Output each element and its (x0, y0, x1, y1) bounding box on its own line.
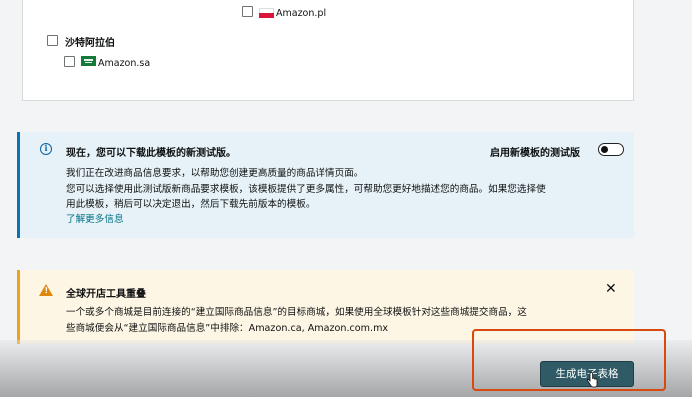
info-alert-title: 现在，您可以下载此模板的新测试版。 (66, 148, 236, 159)
marketplace-panel: Amazon.pl 沙特阿拉伯 Amazon.sa (22, 0, 634, 101)
warning-icon-mark: ! (44, 286, 49, 295)
beta-toggle-label: 启用新模板的测试版 (490, 148, 580, 159)
beta-template-info-alert: i 现在，您可以下载此模板的新测试版。 启用新模板的测试版 我们正在改进商品信息… (17, 132, 634, 238)
warning-alert-line: 一个或多个商城是目前连接的“建立国际商品信息”的目标商城，如果使用全球模板针对这… (66, 307, 527, 318)
warning-alert-line: 些商城便会从“建立国际商品信息”中排除：Amazon.ca, Amazon.co… (66, 323, 389, 334)
saudi-flag-icon (81, 56, 96, 66)
poland-flag-icon (259, 8, 274, 18)
checkbox-saudi-arabia[interactable] (47, 35, 58, 46)
checkbox-amazon-pl[interactable] (242, 6, 253, 17)
info-alert-line: 用此模板，稍后可以决定退出，然后下载先前版本的模板。 (66, 199, 316, 210)
amazon-sa-label: Amazon.sa (98, 58, 151, 69)
learn-more-link[interactable]: 了解更多信息 (66, 211, 124, 225)
close-icon[interactable]: ✕ (605, 282, 617, 296)
info-icon: i (40, 143, 52, 155)
info-alert-line: 我们正在改进商品信息要求，以帮助您创建更高质量的商品详情页面。 (66, 168, 364, 179)
region-label-saudi-arabia: 沙特阿拉伯 (65, 38, 115, 49)
info-alert-line: 您可以选择使用此测试版新商品要求模板，该模板提供了更多属性，可帮助您更好地描述您… (66, 184, 546, 195)
beta-template-toggle[interactable] (598, 143, 624, 156)
highlight-frame (472, 329, 666, 391)
warning-alert-title: 全球开店工具重叠 (66, 289, 146, 300)
hand-cursor-icon (586, 372, 598, 388)
toggle-knob (601, 145, 608, 153)
amazon-pl-label: Amazon.pl (276, 8, 327, 19)
checkbox-amazon-sa[interactable] (64, 56, 75, 67)
